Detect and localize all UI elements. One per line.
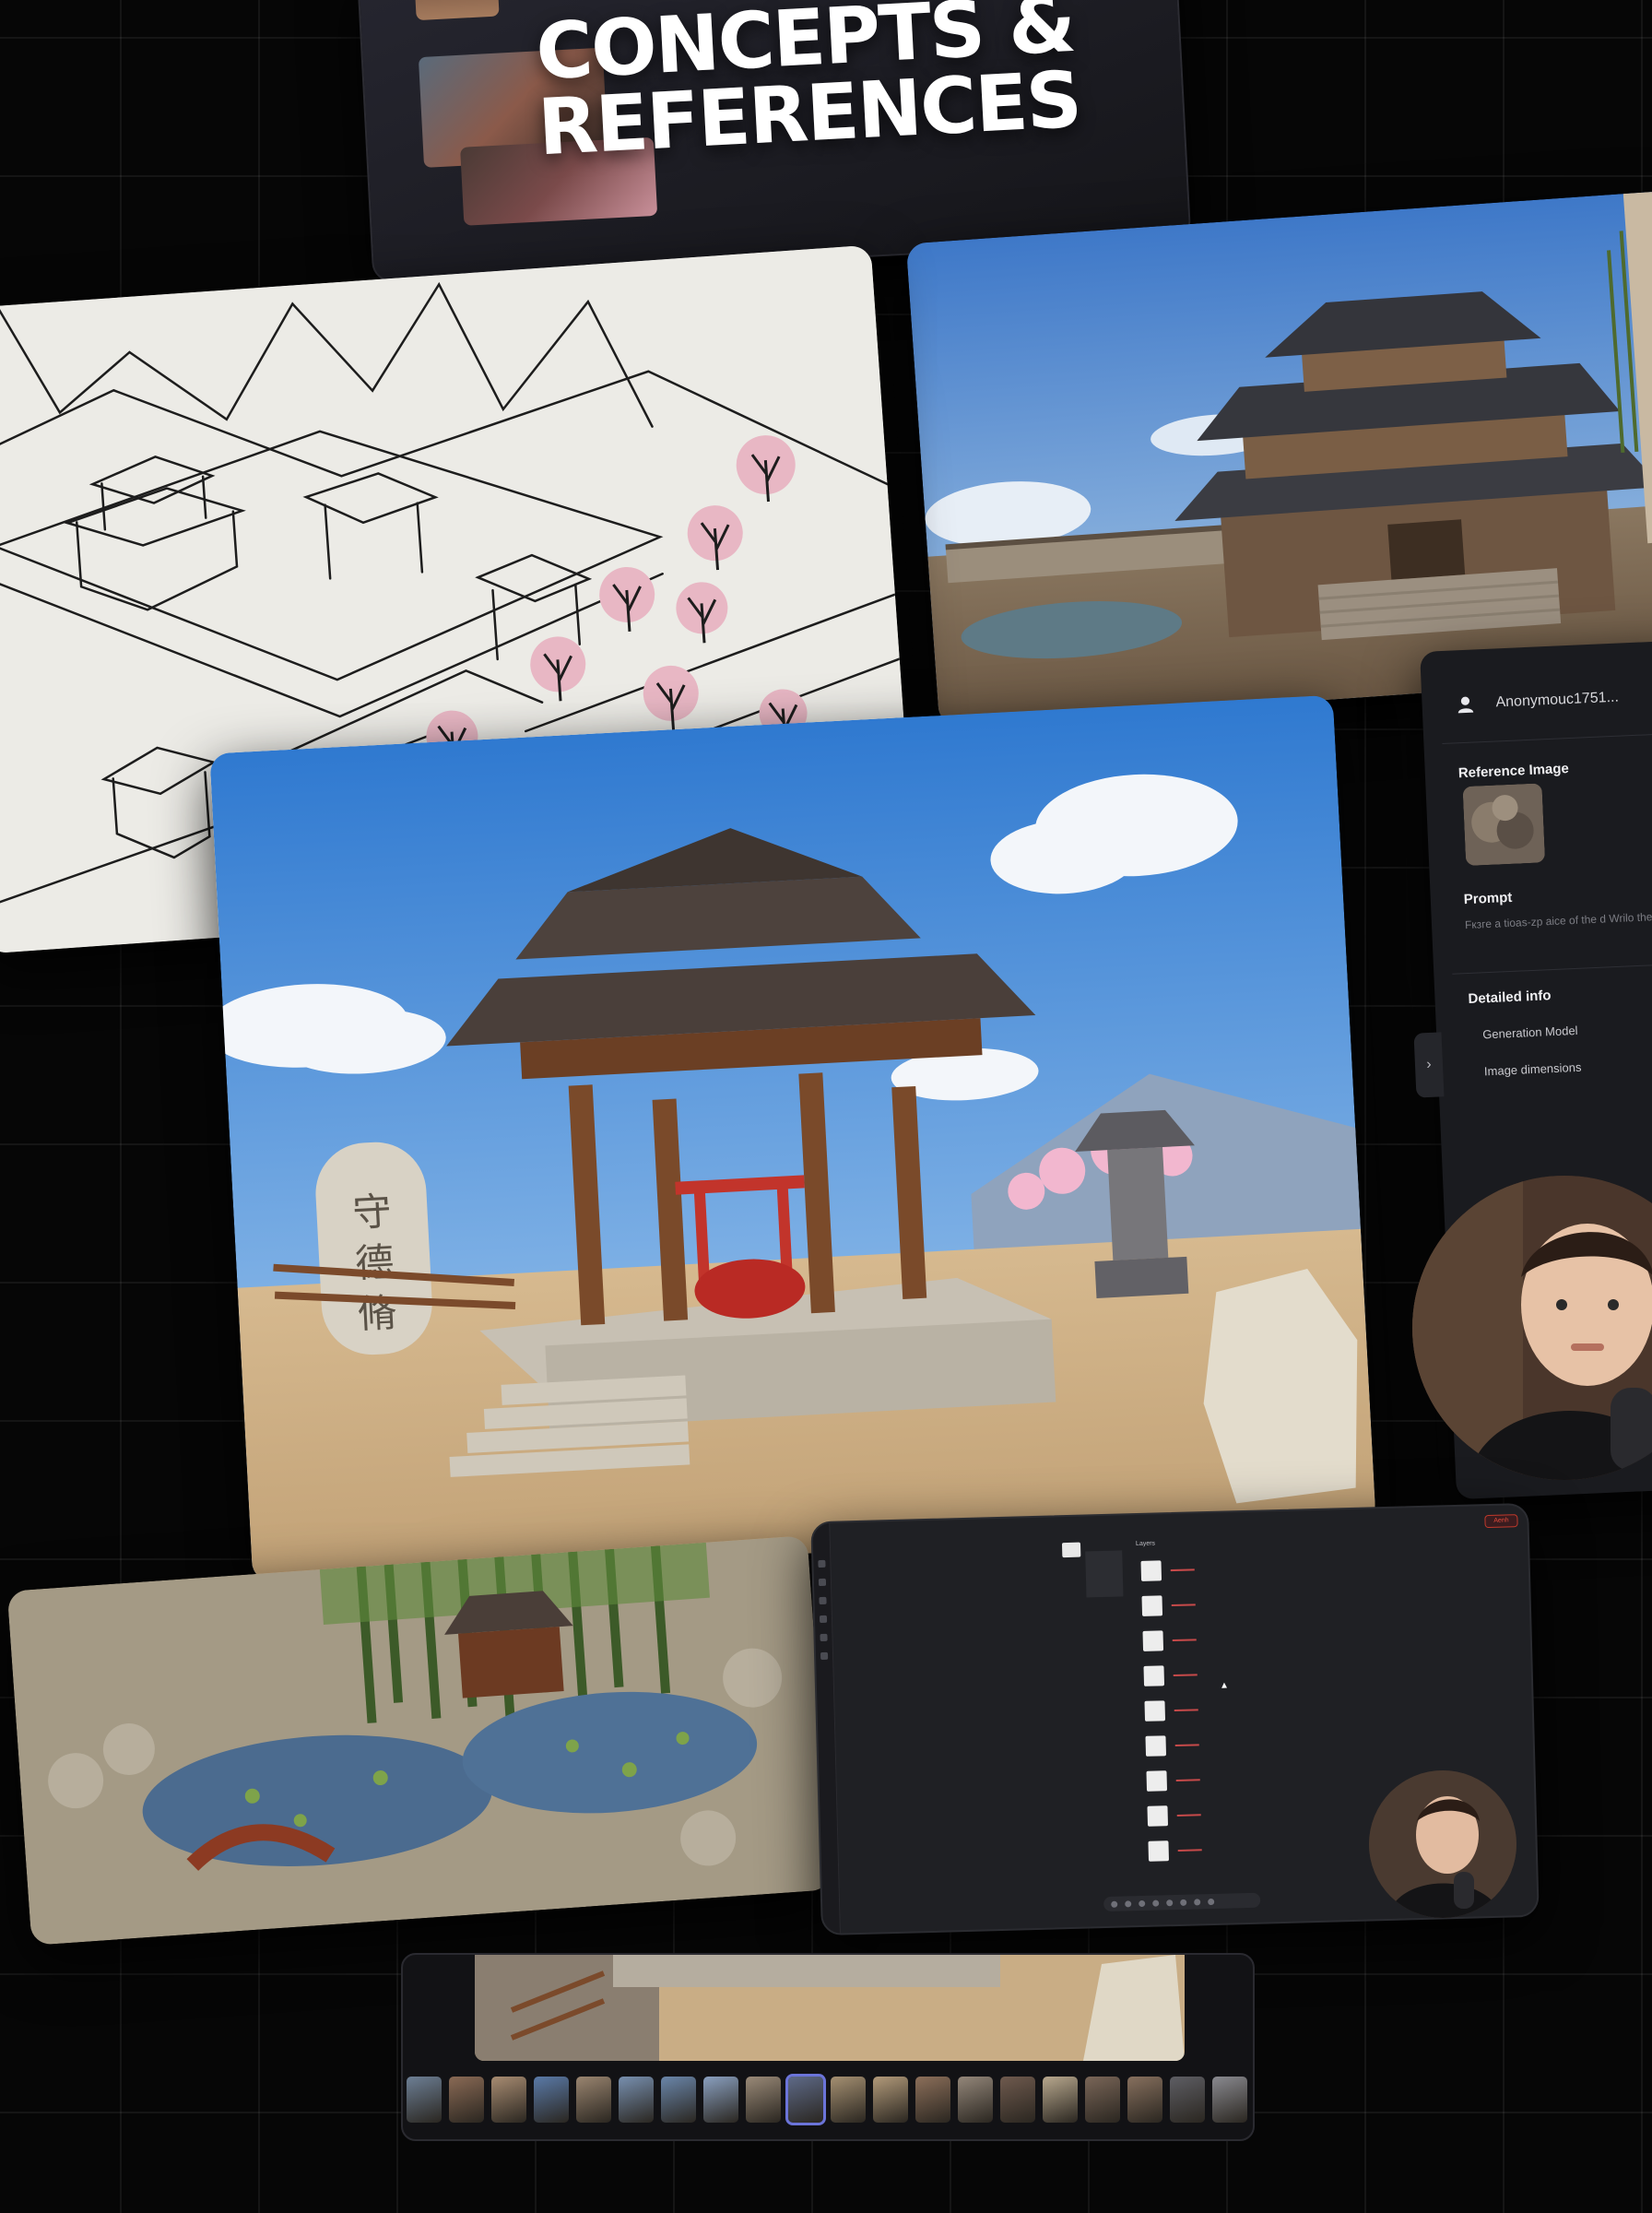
thumbnail-item[interactable] (746, 2077, 781, 2123)
layer-item[interactable] (1141, 1594, 1207, 1624)
thumbnail-item[interactable] (576, 2077, 611, 2123)
toolbar-pen-icon[interactable] (1166, 1899, 1174, 1906)
thumbnail-item[interactable] (1043, 2077, 1078, 2123)
toolbar-text-icon[interactable] (1180, 1899, 1187, 1906)
expand-panel-button[interactable]: › (1413, 1032, 1445, 1098)
sidebar-tool-icon[interactable] (820, 1651, 829, 1661)
thumbnail-item[interactable] (534, 2077, 569, 2123)
user-icon (1457, 696, 1474, 714)
thumbnail-item[interactable] (1170, 2077, 1205, 2123)
reference-image-thumbnail[interactable] (1462, 783, 1546, 867)
layer-item[interactable] (1147, 1805, 1212, 1834)
thumbnail-item[interactable] (1085, 2077, 1120, 2123)
webcam-presenter-small (1369, 1770, 1516, 1918)
preview-art (475, 1955, 1185, 2061)
thumbnail-item[interactable] (831, 2077, 866, 2123)
panel-divider (1442, 731, 1652, 745)
app-top-button[interactable]: Aenh (1484, 1514, 1518, 1529)
chevron-right-icon: › (1425, 1056, 1433, 1073)
thumbnail-item[interactable] (785, 2074, 826, 2125)
reference-image-label: Reference Image (1457, 761, 1570, 782)
thumbnail-item[interactable] (1127, 2077, 1162, 2123)
layer-submenu (1085, 1550, 1124, 1598)
sidebar-tool-icon[interactable] (819, 1615, 828, 1624)
thumbnail-item[interactable] (407, 2077, 442, 2123)
generation-model-label: Generation Model (1481, 1023, 1578, 1042)
thumbnail-item[interactable] (915, 2077, 950, 2123)
panel-divider (1452, 962, 1652, 975)
layer-item[interactable] (1142, 1629, 1208, 1659)
layer-preview[interactable] (1061, 1542, 1081, 1558)
image-dimensions-label: Image dimensions (1483, 1059, 1582, 1079)
toolbar-select-icon[interactable] (1111, 1900, 1118, 1908)
stone-char-1: 守 (351, 1189, 393, 1236)
thumbnail-item[interactable] (1212, 2077, 1247, 2123)
thumbnail-item[interactable] (873, 2077, 908, 2123)
presenter-avatar-small (1369, 1770, 1516, 1918)
toolbar-image-icon[interactable] (1194, 1898, 1201, 1906)
mouse-cursor-icon: ▲ (1219, 1680, 1230, 1691)
prompt-text: Fкзге a tioas-zp aice of the d Wrilo the… (1464, 908, 1652, 932)
pond-illustration (6, 1535, 832, 1946)
sidebar-tool-icon[interactable] (818, 1578, 827, 1587)
user-row[interactable]: Anonymouc1751... (1455, 688, 1619, 716)
reference-thumb-art (1462, 783, 1546, 867)
sidebar-tool-icon[interactable] (819, 1596, 827, 1605)
pond-garden-render (6, 1535, 832, 1946)
thumbnail-item[interactable] (1000, 2077, 1035, 2123)
thumbnail-item[interactable] (449, 2077, 484, 2123)
canvas: CONCEPTS & REFERENCES 守 德 脩 Anonymouc175… (0, 0, 1652, 2213)
shrine-illustration: 守 德 脩 (209, 694, 1376, 1583)
image-viewer-strip (401, 1953, 1255, 2141)
stone-char-2: 德 (354, 1239, 395, 1286)
layer-item[interactable] (1146, 1769, 1211, 1799)
selected-image-preview (475, 1955, 1185, 2061)
layer-item[interactable] (1148, 1840, 1213, 1869)
thumbnail-item[interactable] (703, 2077, 738, 2123)
layers-title: Layers (1135, 1540, 1156, 1548)
prompt-label: Prompt (1463, 889, 1513, 908)
layer-item[interactable] (1140, 1559, 1206, 1589)
toolbar-frame-icon[interactable] (1139, 1899, 1146, 1907)
thumbnail-item[interactable] (661, 2077, 696, 2123)
sidebar-tool-icon[interactable] (818, 1559, 826, 1568)
thumbnail-item[interactable] (491, 2077, 526, 2123)
main-shrine-render: 守 德 脩 (209, 694, 1376, 1583)
layer-item[interactable] (1145, 1734, 1210, 1764)
page-title: CONCEPTS & REFERENCES (481, 0, 1134, 172)
bottom-toolbar (1103, 1892, 1261, 1912)
thumbnail-item[interactable] (619, 2077, 654, 2123)
thumbnail-item[interactable] (958, 2077, 993, 2123)
toolbar-move-icon[interactable] (1125, 1899, 1132, 1907)
detailed-info-label: Detailed info (1468, 988, 1552, 1008)
layer-item[interactable] (1143, 1664, 1209, 1694)
username: Anonymouc1751... (1495, 689, 1620, 711)
toolbar-comment-icon[interactable] (1208, 1898, 1215, 1905)
toolbar-shape-icon[interactable] (1152, 1899, 1160, 1907)
thumbnail-row (407, 2074, 1247, 2125)
layer-item[interactable] (1144, 1699, 1210, 1729)
sidebar-tool-icon[interactable] (820, 1633, 828, 1642)
